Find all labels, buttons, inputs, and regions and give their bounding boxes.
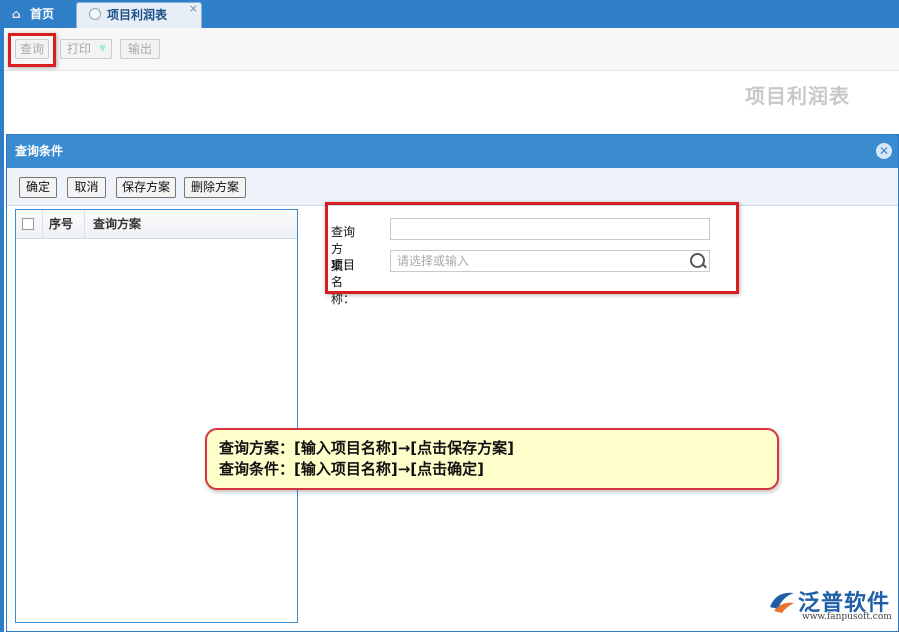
chevron-down-icon[interactable]: ▼ [99, 40, 106, 58]
select-all-checkbox[interactable] [22, 218, 34, 230]
callout-line-2: 查询条件：[输入项目名称]→[点击确定] [219, 460, 484, 478]
export-button[interactable]: 输出 [120, 39, 160, 59]
dialog-header: 查询条件 ✕ [7, 135, 898, 168]
home-icon: ⌂ [12, 7, 21, 21]
tab-home-label: 首页 [30, 7, 55, 21]
dialog-title: 查询条件 [15, 144, 64, 158]
instruction-callout: 查询方案：[输入项目名称]→[点击保存方案] 查询条件：[输入项目名称]→[点击… [205, 428, 779, 490]
delete-plan-button[interactable]: 删除方案 [184, 177, 246, 198]
cancel-button[interactable]: 取消 [67, 177, 106, 198]
column-header-plan[interactable]: 查询方案 [84, 210, 213, 238]
print-button[interactable]: 打印 ▼ [60, 39, 112, 59]
grid-header: 序号 查询方案 [16, 210, 297, 239]
column-header-seq[interactable]: 序号 [42, 210, 85, 238]
report-title: 项目利润表 [745, 84, 850, 108]
tab-project-profit-label: 项目利润表 [107, 8, 168, 22]
close-icon[interactable]: ✕ [876, 143, 892, 159]
logo-mark-icon [770, 592, 794, 613]
dialog-toolbar: 确定 取消 保存方案 删除方案 [7, 168, 898, 206]
close-icon[interactable]: × [189, 0, 198, 21]
logo-url: www.fanpusoft.com [802, 612, 892, 622]
print-button-label: 打印 [67, 42, 92, 56]
tab-home[interactable]: ⌂ 首页 [4, 2, 74, 28]
left-frame-edge [0, 28, 4, 632]
brand-logo: 泛普软件 www.fanpusoft.com [768, 585, 893, 629]
tab-bar: ⌂ 首页 项目利润表 × [0, 0, 899, 29]
report-toolbar: 查询 打印 ▼ 输出 [4, 28, 899, 71]
callout-line-1: 查询方案：[输入项目名称]→[点击保存方案] [219, 439, 514, 457]
save-plan-button[interactable]: 保存方案 [116, 177, 176, 198]
page-icon [89, 8, 101, 20]
plan-grid: 序号 查询方案 [15, 209, 298, 623]
tab-project-profit[interactable]: 项目利润表 × [76, 2, 202, 29]
highlight-box-query [8, 33, 56, 67]
highlight-box-form [325, 202, 739, 294]
confirm-button[interactable]: 确定 [19, 177, 57, 198]
